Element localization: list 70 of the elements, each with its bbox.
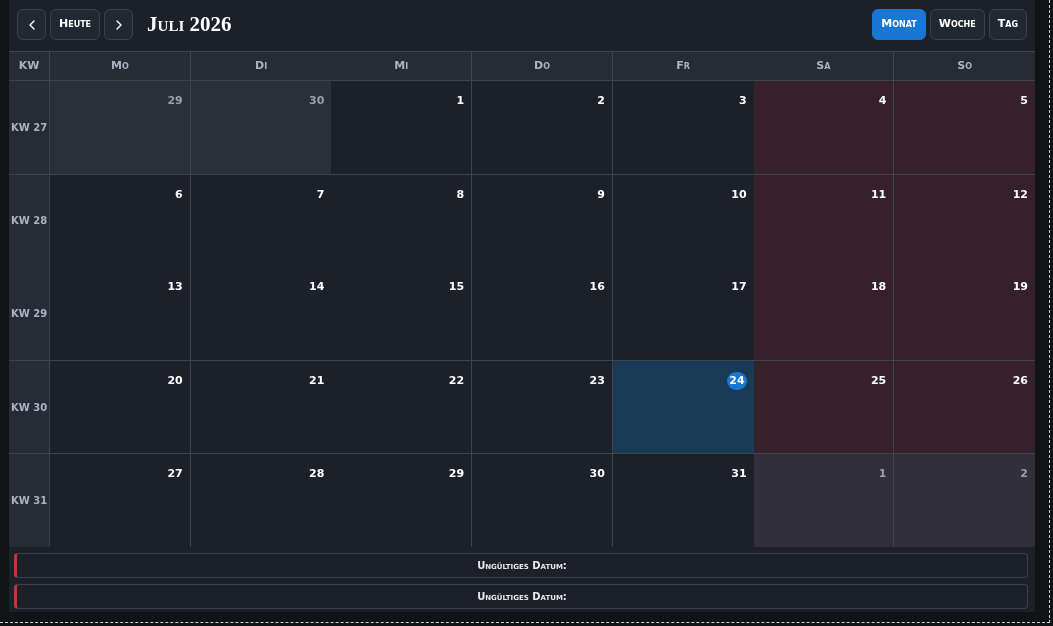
day-number: 21 — [309, 373, 325, 387]
day-number: 14 — [309, 280, 325, 294]
week-number: KW 29 — [9, 267, 50, 360]
day-cell[interactable]: 19 — [894, 267, 1035, 360]
column-header: Do — [472, 52, 613, 80]
view-tab[interactable]: Woche — [929, 9, 985, 40]
day-number: 17 — [731, 280, 747, 294]
day-number: 13 — [167, 280, 183, 294]
day-number: 31 — [731, 467, 747, 481]
day-number: 23 — [589, 373, 605, 387]
day-number: 22 — [448, 373, 465, 387]
column-header: So — [956, 57, 973, 74]
column-header: Fr — [675, 57, 692, 74]
week-number: KW 30 — [9, 360, 50, 454]
column-header: KW — [9, 52, 50, 80]
day-number: 20 — [167, 373, 183, 387]
day-cell[interactable]: 24 — [612, 360, 754, 454]
day-cell[interactable]: 30 — [190, 81, 332, 174]
next-button[interactable] — [104, 9, 134, 40]
day-cell[interactable]: 11 — [753, 174, 895, 268]
day-cell[interactable]: 2 — [894, 454, 1035, 547]
day-cell[interactable]: 12 — [894, 174, 1035, 268]
day-number: 30 — [589, 467, 605, 481]
day-cell[interactable]: 18 — [753, 267, 895, 360]
day-number: 26 — [1012, 373, 1028, 387]
day-number: 12 — [1012, 187, 1028, 201]
month-title: Juli 2026 — [147, 10, 232, 38]
error-alert: Ungültiges Datum: — [14, 553, 1028, 578]
day-number: 27 — [167, 467, 183, 481]
day-number: 5 — [1020, 94, 1028, 107]
column-header: Sa — [753, 52, 895, 80]
column-header: Mi — [331, 52, 473, 80]
day-number: 9 — [597, 187, 605, 201]
day-number: 2 — [597, 94, 605, 107]
view-tab[interactable]: Tag — [988, 9, 1027, 40]
day-number: 15 — [448, 280, 465, 294]
day-number: 4 — [878, 94, 887, 107]
day-number: 19 — [1012, 280, 1028, 294]
day-number: 30 — [309, 94, 325, 107]
day-number: 1 — [456, 94, 465, 107]
day-number: 29 — [167, 94, 183, 107]
error-alert: Ungültiges Datum: — [14, 584, 1028, 609]
day-number: 3 — [738, 94, 747, 107]
day-cell[interactable]: 25 — [753, 360, 895, 454]
day-number: 6 — [175, 187, 183, 201]
week-number: KW 31 — [9, 454, 50, 547]
day-number: 11 — [870, 187, 887, 201]
week-number: KW 27 — [9, 81, 50, 174]
day-number: 2 — [1020, 467, 1028, 481]
day-cell[interactable]: 26 — [894, 360, 1035, 454]
day-number: 18 — [870, 280, 887, 294]
today-button[interactable]: Heute — [50, 9, 101, 40]
day-number: 16 — [589, 280, 605, 294]
day-cell[interactable]: 5 — [894, 81, 1035, 174]
day-number: 7 — [316, 187, 325, 201]
view-tab[interactable]: Monat — [872, 9, 926, 40]
day-cell[interactable]: 1 — [753, 454, 895, 547]
column-header: Di — [254, 57, 269, 74]
day-number: 10 — [731, 187, 747, 201]
previous-button[interactable] — [17, 9, 46, 40]
day-number: 1 — [878, 467, 887, 481]
day-number: 24 — [727, 372, 747, 391]
week-number: KW 28 — [9, 174, 50, 268]
column-header: Mo — [50, 52, 191, 80]
day-number: 25 — [870, 373, 887, 387]
day-cell[interactable]: 4 — [753, 81, 895, 174]
day-number: 8 — [456, 187, 465, 201]
day-number: 28 — [309, 467, 325, 481]
day-cell[interactable]: 29 — [50, 81, 191, 174]
day-number: 29 — [448, 467, 465, 481]
